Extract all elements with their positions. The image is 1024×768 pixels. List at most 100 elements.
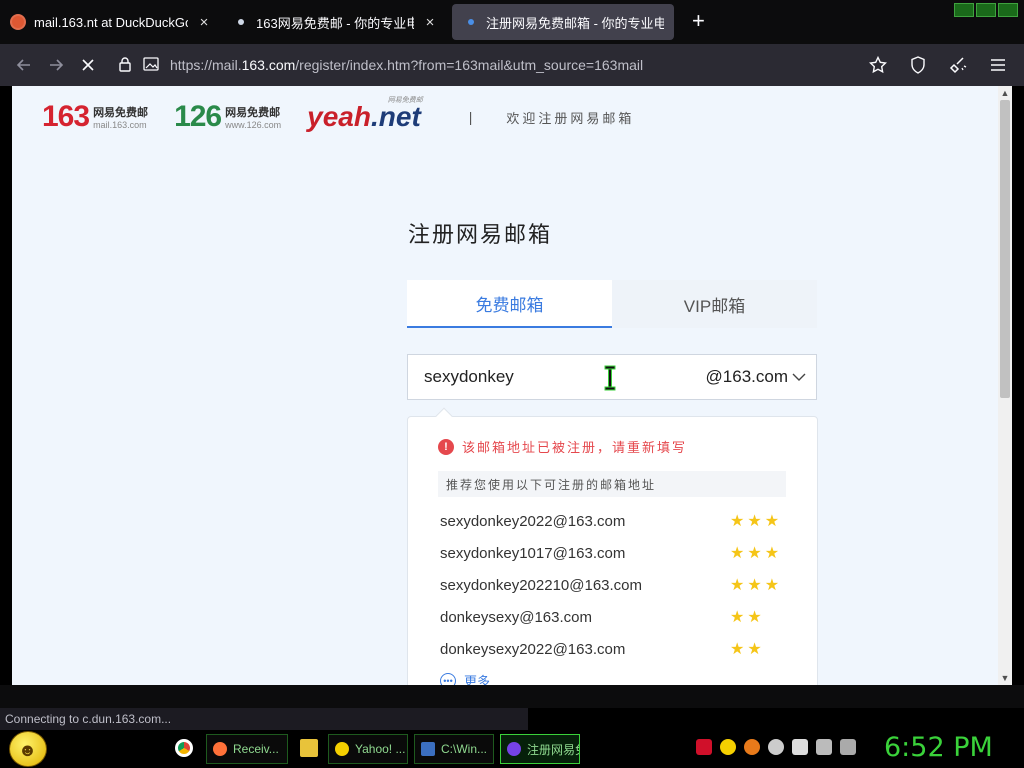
suggestion-panel: ! 该邮箱地址已被注册，请重新填写 推荐您使用以下可注册的邮箱地址 sexydo… <box>407 407 818 685</box>
email-input[interactable]: sexydonkey <box>424 367 706 387</box>
close-window-button[interactable] <box>998 3 1018 17</box>
menu-button[interactable] <box>982 49 1014 81</box>
broom-icon <box>949 57 967 74</box>
extensions-button[interactable] <box>942 49 974 81</box>
folder-icon[interactable] <box>300 739 318 757</box>
page-scrollbar[interactable]: ▲ ▼ <box>998 86 1012 685</box>
error-text: 该邮箱地址已被注册，请重新填写 <box>462 440 688 455</box>
domain-select[interactable]: @163.com <box>706 367 806 387</box>
chevron-down-icon <box>792 370 806 385</box>
suggestion-email: sexydonkey1017@163.com <box>440 544 626 562</box>
register-tabs: 免费邮箱 VIP邮箱 <box>407 280 817 328</box>
status-tray-icon[interactable] <box>768 739 784 755</box>
tab-register-active[interactable]: 注册网易免费邮箱 - 你的专业电子邮局 <box>452 4 674 40</box>
star-icon <box>869 56 887 74</box>
duckduckgo-icon <box>10 14 26 30</box>
taskbar-button-yahoo[interactable]: Yahoo! ... <box>328 734 408 764</box>
shield-icon <box>911 56 925 74</box>
logo-yeah-main: yeah <box>307 101 371 132</box>
more-label: 更多 <box>464 674 491 685</box>
search-icon[interactable] <box>744 739 760 755</box>
logo-126-number: 126 <box>174 100 222 133</box>
star-rating-icon: ★★★ <box>730 513 783 530</box>
taskbar-label: 注册网易免费 - ... <box>527 742 579 757</box>
browser-icon <box>507 742 521 756</box>
forward-button[interactable] <box>40 49 72 81</box>
taskbar-label: Receiv... <box>233 742 279 756</box>
flag-icon[interactable] <box>792 739 808 755</box>
page-viewport: 163 网易免费邮 mail.163.com 126 网易免费邮 www.126… <box>12 86 1012 685</box>
logo-126-cn: 网易免费邮 <box>225 107 281 119</box>
bug-icon[interactable] <box>696 739 712 755</box>
clock[interactable]: 6:52 PM <box>884 732 993 763</box>
star-rating-icon: ★★ <box>730 609 765 626</box>
start-button[interactable]: ☻ <box>9 731 47 767</box>
url-bar[interactable]: https://mail.163.com/register/index.htm?… <box>112 49 852 81</box>
list-item[interactable]: sexydonkey1017@163.com ★★★ <box>440 537 786 569</box>
suggestion-email: donkeysexy@163.com <box>440 608 592 626</box>
email-field[interactable]: sexydonkey @163.com <box>407 354 817 400</box>
more-suggestions-link[interactable]: ••• 更多 <box>440 671 490 685</box>
scroll-thumb[interactable] <box>1000 100 1010 398</box>
close-icon[interactable]: × <box>422 14 438 31</box>
close-icon[interactable]: × <box>196 14 212 31</box>
tab-duckduckgo[interactable]: mail.163.nt at DuckDuckGo × <box>0 2 222 42</box>
minimize-button[interactable] <box>954 3 974 17</box>
chrome-icon[interactable] <box>175 739 193 757</box>
suggestion-email: donkeysexy2022@163.com <box>440 640 626 658</box>
tab-bar: mail.163.nt at DuckDuckGo × 163网易免费邮 - 你… <box>0 0 1024 44</box>
tab-title: 注册网易免费邮箱 - 你的专业电子邮局 <box>486 15 664 31</box>
star-rating-icon: ★★ <box>730 641 765 658</box>
yahoo-smiley-icon <box>335 742 349 756</box>
tab-free-mail[interactable]: 免费邮箱 <box>407 280 612 328</box>
taskbar-button-cmd[interactable]: C:\Win... <box>414 734 494 764</box>
suggestion-list: sexydonkey2022@163.com ★★★ sexydonkey101… <box>440 505 786 665</box>
url-text: https://mail.163.com/register/index.htm?… <box>170 57 644 73</box>
suggestion-pointer <box>435 407 453 425</box>
header-title: 欢迎注册网易邮箱 <box>506 110 635 126</box>
logo-163-domain: mail.163.com <box>93 120 147 130</box>
back-button[interactable] <box>8 49 40 81</box>
smiley-icon: ☻ <box>18 740 37 760</box>
logo-163-cn: 网易免费邮 <box>93 107 149 119</box>
text-cursor-icon <box>604 365 616 391</box>
taskbar-button-receive[interactable]: Receiv... <box>206 734 288 764</box>
list-item[interactable]: sexydonkey202210@163.com ★★★ <box>440 569 786 601</box>
tab-title: mail.163.nt at DuckDuckGo <box>34 14 188 30</box>
list-item[interactable]: donkeysexy@163.com ★★ <box>440 601 786 633</box>
smiley-tray-icon[interactable] <box>720 739 736 755</box>
domain-value: @163.com <box>705 367 788 386</box>
logo-126-link[interactable]: 126 网易免费邮 www.126.com <box>174 100 281 134</box>
firefox-icon <box>213 742 227 756</box>
nav-toolbar-right <box>862 49 1014 81</box>
tracking-shield-button[interactable] <box>902 49 934 81</box>
taskbar-label: C:\Win... <box>441 742 488 756</box>
bookmark-star-button[interactable] <box>862 49 894 81</box>
logo-yeah-tag: 网易免费邮 <box>387 97 423 104</box>
error-message: ! 该邮箱地址已被注册，请重新填写 <box>438 437 687 456</box>
stop-button[interactable] <box>72 49 104 81</box>
maximize-button[interactable] <box>976 3 996 17</box>
forward-arrow-icon <box>50 59 64 71</box>
scroll-up-icon[interactable]: ▲ <box>998 88 1012 98</box>
logo-yeah-link[interactable]: yeah .net 网易免费邮 <box>307 97 423 133</box>
list-item[interactable]: donkeysexy2022@163.com ★★ <box>440 633 786 665</box>
volume-icon[interactable] <box>840 739 856 755</box>
scroll-down-icon[interactable]: ▼ <box>998 673 1012 683</box>
network-icon[interactable] <box>816 739 832 755</box>
logo-163-link[interactable]: 163 网易免费邮 mail.163.com <box>42 100 148 134</box>
tab-favicon-icon <box>238 19 244 25</box>
page-title: 注册网易邮箱 <box>408 222 553 247</box>
stop-icon <box>82 59 94 71</box>
new-tab-button[interactable]: + <box>692 8 705 34</box>
taskbar-label: Yahoo! ... <box>355 742 406 756</box>
list-item[interactable]: sexydonkey2022@163.com ★★★ <box>440 505 786 537</box>
taskbar-button-browser-active[interactable]: 注册网易免费 - ... <box>500 734 580 764</box>
tab-favicon-icon <box>468 19 474 25</box>
error-icon: ! <box>438 438 454 455</box>
tab-vip-mail[interactable]: VIP邮箱 <box>612 280 817 328</box>
taskbar: ☻ Receiv... Yahoo! ... C:\Win... 注册网易免费 … <box>0 730 1024 768</box>
page-info-icon[interactable] <box>138 56 164 74</box>
tab-163-mail[interactable]: 163网易免费邮 - 你的专业电子邮局 × <box>222 2 448 42</box>
suggestion-email: sexydonkey202210@163.com <box>440 576 643 594</box>
